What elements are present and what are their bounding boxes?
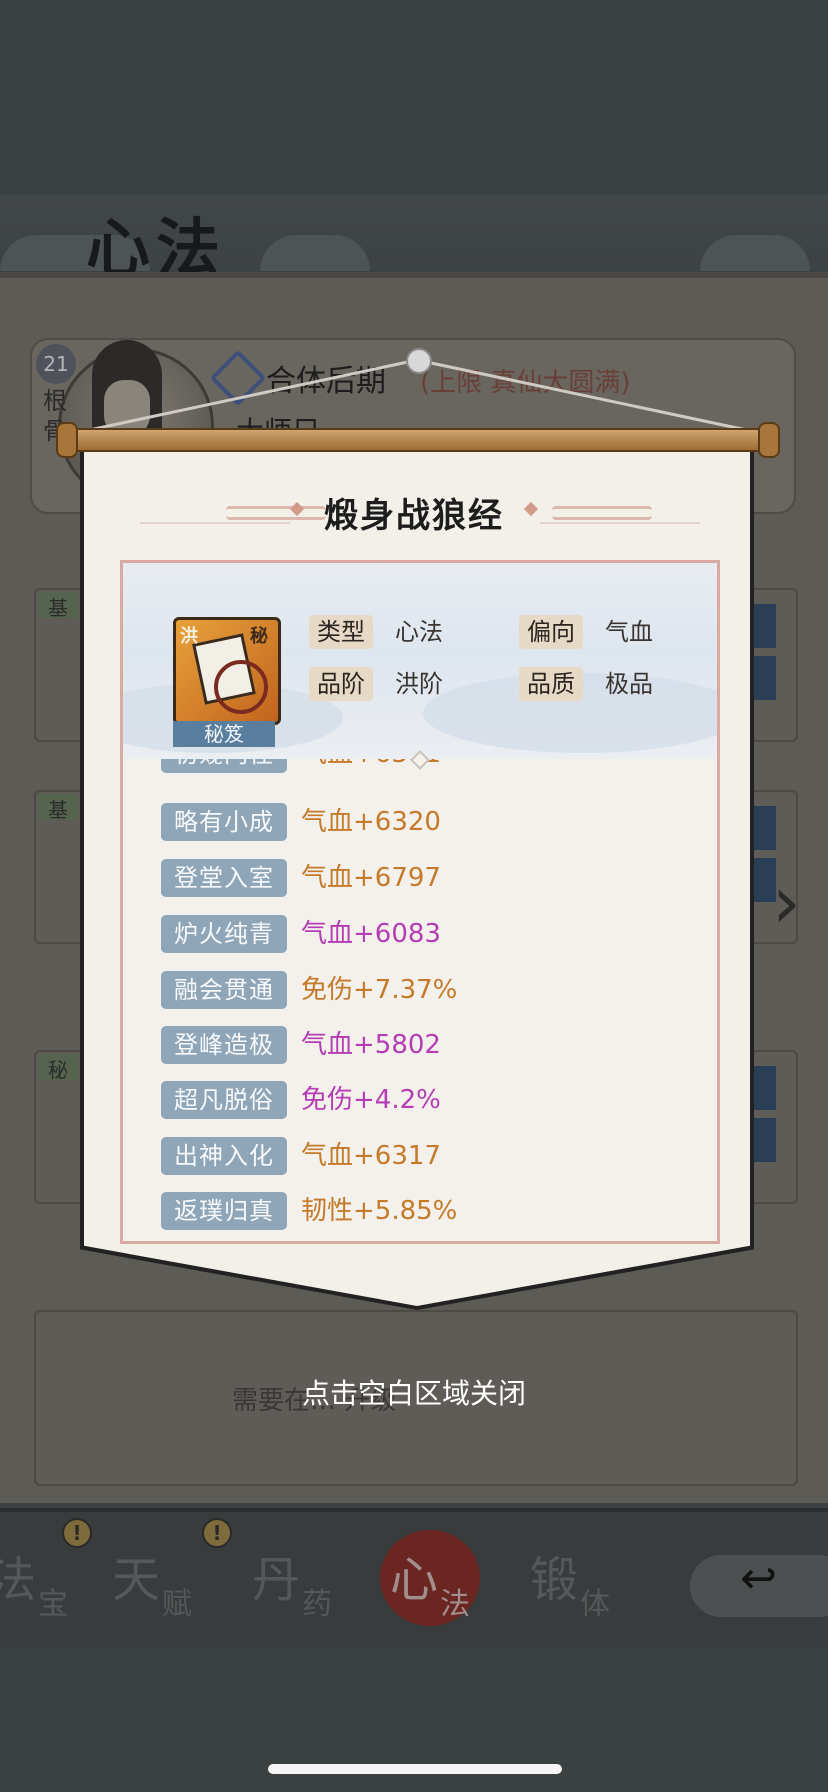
nav-item-sublabel: 药 (302, 1587, 333, 1622)
scroll-rod-end (758, 422, 780, 458)
back-icon: ↩ (740, 1553, 777, 1604)
stage-value: 气血+6797 (301, 863, 441, 893)
hanging-pin-icon (406, 348, 432, 374)
attr-value: 气血 (605, 618, 653, 646)
close-hint[interactable]: 点击空白区域关闭 (0, 1372, 828, 1412)
alert-icon: ! (202, 1518, 232, 1548)
item-type-tag: 秘笈 (173, 721, 275, 747)
icon-char: 秘 (250, 626, 268, 647)
item-header: 洪 秘 秘笈 类型 心法 偏向 气血 品阶 洪阶 品质 极品 (123, 563, 717, 759)
attr-value: 洪阶 (395, 670, 443, 698)
attr-label: 类型 (309, 615, 373, 649)
nav-item-label: 法 (0, 1552, 37, 1608)
stage-value: 免伤+7.37% (301, 975, 458, 1005)
next-arrow-icon[interactable]: › (772, 860, 801, 944)
scroll-rod-end (56, 422, 78, 458)
ring-icon (214, 660, 268, 714)
attr-label: 品质 (519, 667, 583, 701)
details-frame: 洪 秘 秘笈 类型 心法 偏向 气血 品阶 洪阶 品质 极品 初窥门径气血+63… (120, 560, 720, 1244)
popup-title: 煅身战狼经 (324, 496, 504, 536)
stage-name: 登堂入室 (161, 859, 287, 897)
stage-value: 气血+6317 (301, 1141, 441, 1171)
nav-item-tianfu[interactable]: 天赋 (112, 1540, 193, 1630)
stage-name: 炉火纯青 (161, 915, 287, 953)
attr-label: 偏向 (519, 615, 583, 649)
nav-item-sublabel: 宝 (38, 1587, 69, 1622)
nav-item-label: 心 (390, 1552, 439, 1608)
nav-item-label: 丹 (252, 1552, 301, 1608)
stage-name: 略有小成 (161, 803, 287, 841)
list-tag: 秘 (38, 1054, 78, 1082)
list-tag: 基 (38, 794, 78, 822)
stage-value: 韧性+5.85% (301, 1196, 458, 1226)
icon-char: 洪 (180, 626, 198, 647)
nav-item-label: 锻 (530, 1552, 579, 1608)
stage-value: 气血+6320 (301, 807, 441, 837)
nav-item-xinfa[interactable]: 心法 (390, 1540, 471, 1630)
alert-icon: ! (62, 1518, 92, 1548)
nav-item-sublabel: 赋 (162, 1587, 193, 1622)
attr-value: 极品 (605, 670, 653, 698)
stage-name: 出神入化 (161, 1137, 287, 1175)
nav-item-duanti[interactable]: 锻体 (530, 1540, 611, 1630)
stage-name: 融会贯通 (161, 971, 287, 1009)
stage-value: 免伤+4.2% (301, 1085, 441, 1115)
nav-item-label: 天 (112, 1552, 161, 1608)
home-indicator[interactable] (268, 1764, 562, 1774)
stage-name: 返璞归真 (161, 1192, 287, 1230)
nav-item-sublabel: 法 (440, 1587, 471, 1622)
attr-label: 品阶 (309, 667, 373, 701)
stage-value: 气血+5802 (301, 1030, 441, 1060)
attr-value: 心法 (395, 618, 443, 646)
secret-book-icon: 洪 秘 (173, 617, 281, 725)
nav-item-fabao[interactable]: 法宝 (0, 1540, 69, 1630)
list-tag: 基 (38, 592, 78, 620)
nav-item-danyao[interactable]: 丹药 (252, 1540, 333, 1630)
scroll-rod (60, 428, 780, 452)
nav-item-sublabel: 体 (580, 1587, 611, 1622)
stage-value: 气血+6083 (301, 919, 441, 949)
stage-name: 超凡脱俗 (161, 1081, 287, 1119)
stage-name: 登峰造极 (161, 1026, 287, 1064)
hanging-cord (79, 358, 757, 434)
